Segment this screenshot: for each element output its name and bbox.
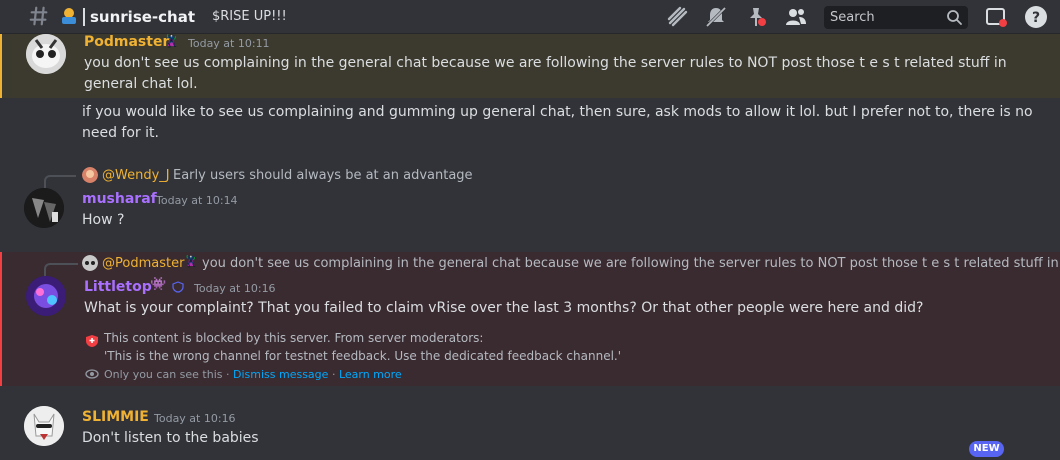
channel-divider bbox=[83, 8, 85, 26]
learn-more-link[interactable]: Learn more bbox=[339, 368, 402, 381]
timestamp: Today at 10:16 bbox=[154, 412, 236, 425]
user-badge: 👾 bbox=[150, 277, 167, 292]
username[interactable]: Littletop bbox=[84, 279, 152, 295]
message-littletop-blocked[interactable]: @Podmaster 🦹 you don't see us complainin… bbox=[0, 252, 1060, 386]
ephemeral-footer: Only you can see this · Dismiss message … bbox=[104, 368, 402, 381]
timestamp: Today at 10:11 bbox=[188, 37, 270, 50]
message-line: you don't see us complaining in the gene… bbox=[84, 55, 1007, 71]
timestamp: Today at 10:16 bbox=[194, 282, 276, 295]
message-podmaster-highlighted[interactable]: Podmaster 🦹 Today at 10:11 you don't see… bbox=[0, 34, 1060, 98]
username[interactable]: SLIMMIE bbox=[82, 409, 149, 425]
blocked-shield-icon bbox=[86, 335, 98, 347]
reply-preview[interactable]: Early users should always be at an advan… bbox=[173, 168, 473, 183]
reply-mention[interactable]: @Podmaster bbox=[102, 256, 184, 271]
member-list-icon[interactable] bbox=[784, 5, 808, 29]
text-channel-hash-icon bbox=[29, 6, 48, 26]
reply-avatar bbox=[82, 167, 98, 183]
channel-name: sunrise-chat bbox=[90, 8, 196, 26]
reply-avatar bbox=[82, 255, 98, 271]
inbox-icon[interactable] bbox=[984, 5, 1008, 29]
svg-text:?: ? bbox=[1032, 10, 1040, 26]
message-text: What is your complaint? That you failed … bbox=[84, 300, 924, 316]
message-line: need for it. bbox=[82, 125, 159, 141]
reply-badge: 🦹 bbox=[184, 255, 198, 268]
reply-mention[interactable]: @Wendy_J bbox=[102, 168, 170, 183]
message-line: general chat lol. bbox=[84, 76, 198, 92]
channel-topic[interactable]: $RISE UP!!! bbox=[212, 9, 287, 24]
blocked-notice: This content is blocked by this server. … bbox=[104, 329, 621, 365]
littletop-avatar-icon bbox=[26, 276, 66, 316]
message-text: How ? bbox=[82, 212, 125, 228]
pinned-messages-icon[interactable] bbox=[744, 5, 768, 29]
avatar[interactable] bbox=[26, 34, 66, 74]
podmaster-avatar-icon bbox=[26, 34, 66, 74]
new-messages-badge[interactable]: NEW bbox=[969, 441, 1004, 457]
musharaf-avatar-icon bbox=[24, 188, 64, 228]
ephemeral-note: Only you can see this bbox=[104, 368, 223, 381]
reply-spine bbox=[44, 263, 78, 277]
avatar[interactable] bbox=[26, 276, 66, 316]
username[interactable]: musharaf bbox=[82, 191, 157, 207]
message-line: if you would like to see us complaining … bbox=[82, 104, 1033, 120]
dismiss-message-link[interactable]: Dismiss message bbox=[233, 368, 328, 381]
reply-spine bbox=[44, 175, 76, 189]
channel-emoji-icon bbox=[62, 8, 76, 24]
message-musharaf[interactable]: @Wendy_J Early users should always be at… bbox=[0, 164, 1060, 236]
message-podmaster-continued[interactable]: if you would like to see us complaining … bbox=[0, 98, 1060, 148]
reply-preview[interactable]: you don't see us complaining in the gene… bbox=[202, 256, 1060, 271]
search-icon bbox=[947, 10, 962, 25]
search-placeholder: Search bbox=[830, 10, 875, 25]
username[interactable]: Podmaster bbox=[84, 34, 169, 50]
eye-icon bbox=[85, 369, 99, 379]
threads-icon[interactable] bbox=[666, 5, 690, 29]
blocked-line: This content is blocked by this server. … bbox=[104, 331, 484, 345]
avatar[interactable] bbox=[24, 406, 64, 446]
slimmie-avatar-icon bbox=[24, 406, 64, 446]
message-text: you don't see us complaining in the gene… bbox=[84, 53, 1044, 95]
avatar[interactable] bbox=[24, 188, 64, 228]
help-icon[interactable]: ? bbox=[1024, 5, 1048, 29]
notification-muted-icon[interactable] bbox=[704, 5, 728, 29]
timestamp: Today at 10:14 bbox=[156, 194, 238, 207]
message-text: Don't listen to the babies bbox=[82, 430, 259, 446]
search-input[interactable]: Search bbox=[824, 6, 968, 29]
message-text: if you would like to see us complaining … bbox=[82, 102, 1042, 144]
channel-header: sunrise-chat $RISE UP!!! Search ? bbox=[0, 0, 1060, 34]
shield-icon bbox=[172, 281, 184, 293]
user-badge: 🦹 bbox=[164, 34, 179, 48]
message-slimmie[interactable]: SLIMMIE Today at 10:16 Don't listen to t… bbox=[0, 402, 1060, 460]
blocked-line: 'This is the wrong channel for testnet f… bbox=[104, 349, 622, 363]
